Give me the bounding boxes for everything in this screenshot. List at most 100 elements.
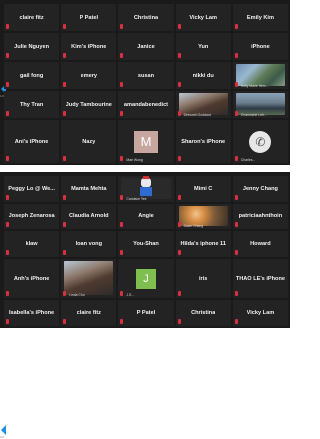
participant-tile[interactable]: Emily Kim	[232, 4, 288, 31]
participant-tile[interactable]: emery	[61, 62, 117, 89]
gallery-view-page-2: 2/2 Peggy Lo @ We... Mamta Mehta Candace Y…	[0, 172, 290, 439]
mic-muted-icon	[63, 156, 67, 161]
mic-muted-icon	[120, 194, 124, 200]
participant-name: Christina	[191, 310, 216, 317]
participant-caption: Deborah Goddard	[183, 113, 211, 117]
participant-tile[interactable]: klaw	[4, 231, 60, 257]
participant-tile[interactable]: Kim's iPhone	[61, 33, 117, 60]
mic-muted-icon	[6, 249, 9, 255]
profile-picture	[139, 176, 153, 197]
mic-muted-icon	[177, 194, 181, 200]
participant-grid: claire fitz P Patel Christina Vicky Lam Emil…	[4, 4, 288, 163]
participant-tile[interactable]: Julie Nguyen	[4, 33, 60, 60]
participant-name: amandabenedict	[123, 101, 169, 108]
mic-muted-icon	[234, 24, 238, 29]
participant-tile[interactable]: claire fitz	[4, 4, 60, 31]
participant-tile[interactable]: Jenny Chang	[232, 176, 288, 202]
participant-tile[interactable]: iPhone	[232, 33, 288, 60]
participant-tile[interactable]: iris	[175, 258, 231, 299]
participant-name: Christina	[133, 14, 159, 21]
participant-grid: Peggy Lo @ We... Mamta Mehta Candace Yee Mi…	[4, 176, 288, 326]
participant-name: You-Shan	[133, 240, 159, 247]
participant-tile[interactable]: Yun	[175, 33, 231, 60]
participant-tile[interactable]: THAO LE's iPhone	[232, 258, 288, 299]
participant-name: claire fitz	[76, 310, 101, 317]
participant-tile[interactable]: Christina	[118, 4, 174, 31]
participant-tile[interactable]: claire fitz	[61, 300, 117, 326]
participant-tile[interactable]: Deborah Goddard	[175, 91, 231, 118]
participant-tile[interactable]: nikki du	[175, 62, 231, 89]
participant-tile[interactable]: J J.S...	[118, 258, 174, 299]
participant-tile[interactable]: Claudia Arnold	[61, 203, 117, 230]
participant-video	[178, 93, 228, 115]
participant-name: P Patel	[136, 310, 156, 317]
participant-caption: Holly Marie Hein...	[240, 84, 269, 88]
participant-tile[interactable]: Charmaine Leh...	[232, 91, 288, 118]
participant-tile[interactable]: Dawn Chang	[175, 203, 231, 230]
participant-tile[interactable]: P Patel	[61, 4, 117, 31]
mic-muted-icon	[63, 53, 67, 58]
participant-name: Claudia Arnold	[69, 213, 109, 220]
mic-muted-icon	[177, 222, 181, 228]
participant-caption: Charles...	[240, 158, 256, 162]
participant-tile[interactable]: patriciaahnthoin	[232, 203, 288, 230]
mic-muted-icon	[6, 156, 9, 161]
mic-muted-icon	[63, 291, 67, 297]
participant-tile[interactable]: amandabenedict	[118, 91, 174, 118]
participant-tile[interactable]: Angie	[118, 203, 174, 230]
participant-tile[interactable]: Mamta Mehta	[61, 176, 117, 202]
participant-name: nikki du	[192, 72, 214, 79]
participant-name: Julie Nguyen	[14, 43, 49, 50]
participant-tile[interactable]: Sharon's iPhone	[175, 120, 231, 163]
participant-tile[interactable]: susan	[118, 62, 174, 89]
participant-tile[interactable]: Candace Yee	[118, 176, 174, 202]
participant-tile[interactable]: Isabella's iPhone	[4, 300, 60, 326]
participant-tile[interactable]: Linda Chu	[61, 258, 117, 299]
participant-name: THAO LE's iPhone	[235, 275, 285, 282]
participant-name: susan	[137, 72, 155, 79]
mic-muted-icon	[177, 291, 181, 297]
participant-tile[interactable]: Vicky Lam	[175, 4, 231, 31]
mic-muted-icon	[234, 82, 238, 87]
participant-tile[interactable]: M Mae Wong	[118, 120, 174, 163]
participant-name: Mamta Mehta	[71, 185, 107, 192]
chevron-left-icon[interactable]	[0, 425, 6, 435]
mic-muted-icon	[63, 194, 67, 200]
participant-tile[interactable]: Thy Tran	[4, 91, 60, 118]
participant-tile[interactable]: You-Shan	[118, 231, 174, 257]
participant-name: Ani's iPhone	[14, 138, 49, 145]
participant-tile[interactable]: Judy Tambourine	[61, 91, 117, 118]
participant-tile[interactable]: Peggy Lo @ We...	[4, 176, 60, 202]
participant-name: Thy Tran	[19, 101, 44, 108]
mic-muted-icon	[177, 53, 181, 58]
mic-muted-icon	[177, 319, 181, 324]
participant-video	[235, 93, 285, 115]
participant-tile[interactable]: P Patel	[118, 300, 174, 326]
participant-name: klaw	[25, 240, 38, 247]
participant-tile[interactable]: Christina	[175, 300, 231, 326]
participant-tile[interactable]: loan vong	[61, 231, 117, 257]
mic-muted-icon	[120, 156, 124, 161]
participant-tile[interactable]: Howard	[232, 231, 288, 257]
participant-tile[interactable]: Janice	[118, 33, 174, 60]
participant-tile[interactable]: Hilda's iphone 11	[175, 231, 231, 257]
mic-muted-icon	[177, 249, 181, 255]
avatar: M	[133, 130, 158, 153]
phone-icon: ✆	[249, 130, 272, 153]
participant-tile[interactable]: ✆ Charles...	[232, 120, 288, 163]
participant-tile[interactable]: Nazy	[61, 120, 117, 163]
participant-tile[interactable]: Vicky Lam	[232, 300, 288, 326]
participant-tile[interactable]: Ani's iPhone	[4, 120, 60, 163]
participant-tile[interactable]: Holly Marie Hein...	[232, 62, 288, 89]
mic-muted-icon	[234, 111, 238, 116]
participant-tile[interactable]: Joseph Zenarosa	[4, 203, 60, 230]
mic-muted-icon	[6, 111, 9, 116]
participant-name: patriciaahnthoin	[238, 213, 283, 220]
participant-tile[interactable]: gail fong	[4, 62, 60, 89]
mic-muted-icon	[234, 319, 238, 324]
participant-tile[interactable]: Anh's iPhone	[4, 258, 60, 299]
previous-page-arrow[interactable]: 2/2	[0, 424, 6, 439]
mic-muted-icon	[120, 111, 124, 116]
participant-tile[interactable]: Mimi C	[175, 176, 231, 202]
participant-name: iris	[198, 275, 208, 282]
